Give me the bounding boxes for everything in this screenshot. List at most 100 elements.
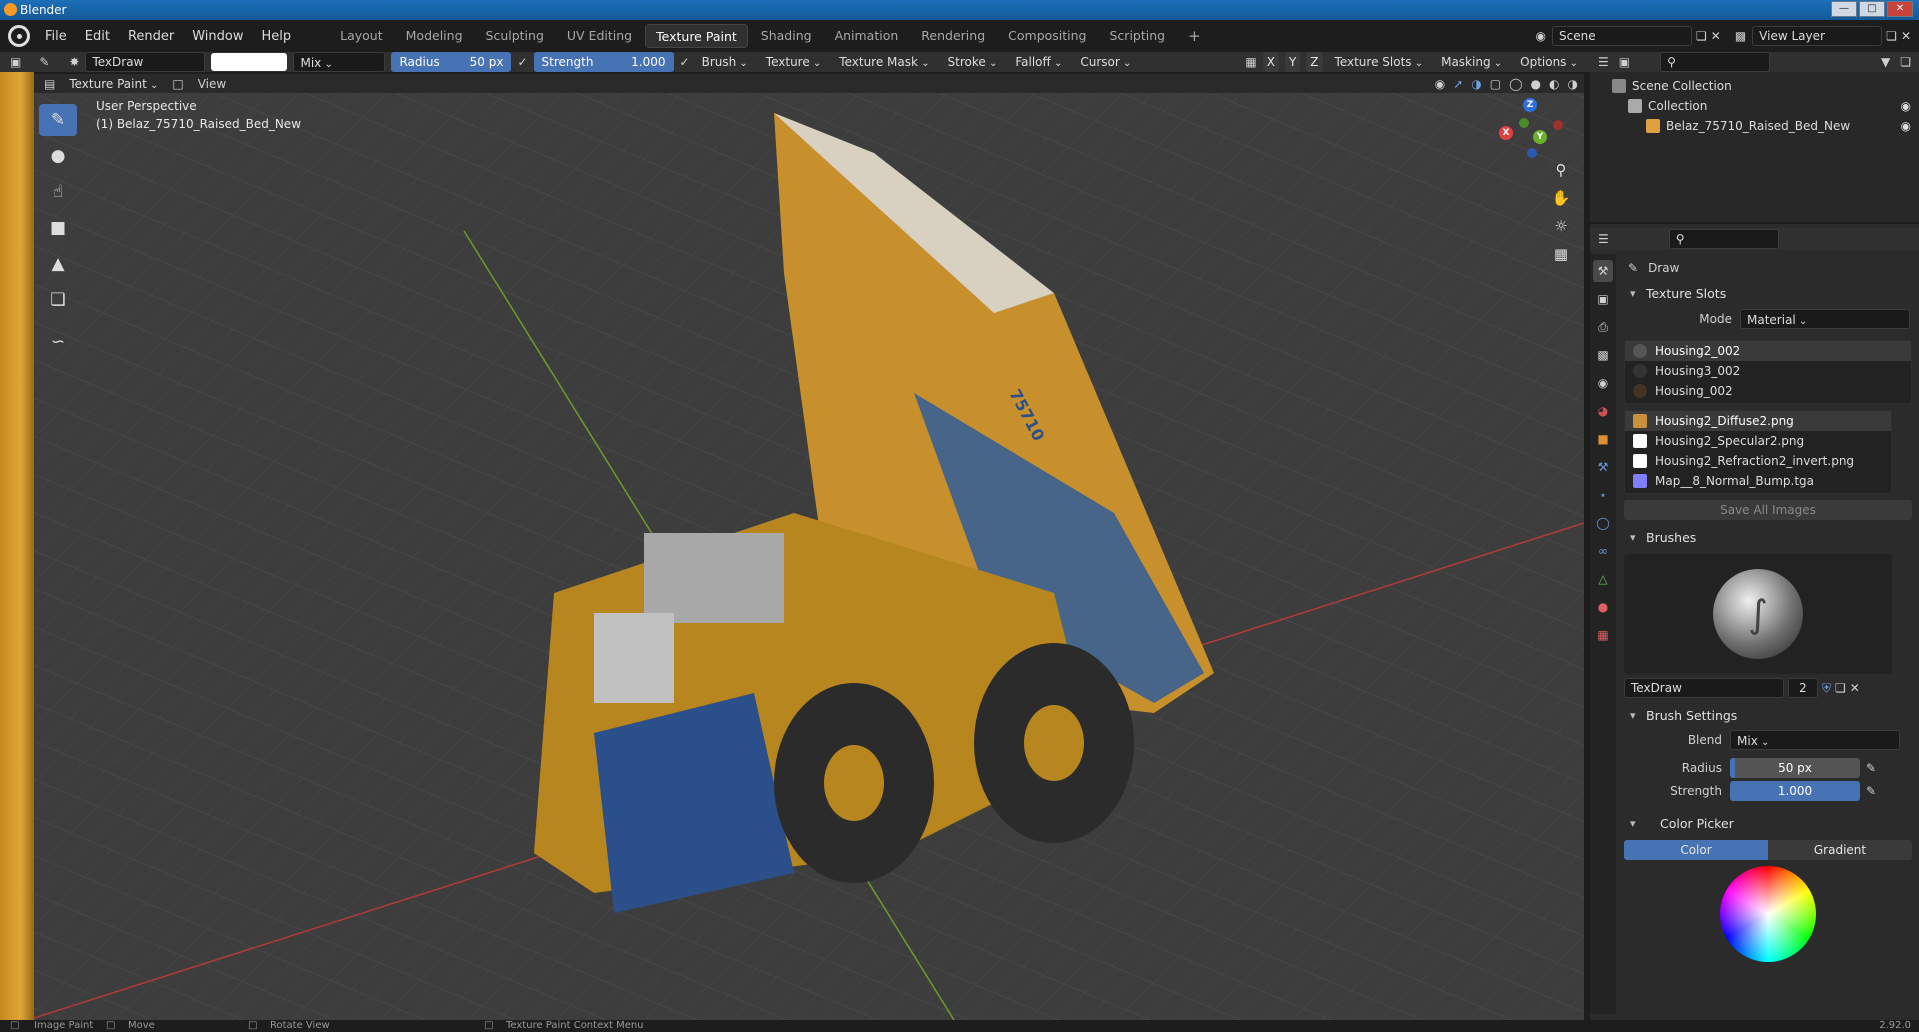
menu-falloff[interactable]: Falloff — [1009, 52, 1068, 72]
mask-tool-icon[interactable]: ❏ — [39, 284, 77, 316]
delete-view-layer-icon[interactable]: ✕ — [1901, 29, 1911, 43]
strength-slider[interactable]: Strength 1.000 — [533, 52, 674, 72]
menu-texture-slots[interactable]: Texture Slots — [1329, 52, 1430, 72]
radius-setting-slider[interactable]: 50 px — [1730, 758, 1860, 778]
soften-tool-icon[interactable]: ● — [39, 140, 77, 172]
tab-world-icon[interactable]: ◕ — [1593, 400, 1613, 422]
annotate-tool-icon[interactable]: ∽ — [39, 326, 77, 358]
unlink-brush-icon[interactable]: ✕ — [1850, 681, 1860, 695]
menu-texture-mask[interactable]: Texture Mask — [833, 52, 935, 72]
editor-type-icon[interactable]: ▣ — [10, 55, 21, 69]
radius-slider[interactable]: Radius 50 px — [391, 52, 512, 72]
delete-scene-icon[interactable]: ✕ — [1711, 29, 1721, 43]
tab-sculpting[interactable]: Sculpting — [476, 24, 554, 48]
radius-pressure-icon[interactable]: ✓ — [517, 55, 527, 69]
texture-slots-header[interactable]: Texture Slots — [1620, 282, 1916, 306]
close-button[interactable]: ✕ — [1887, 1, 1913, 17]
tab-modifier-icon[interactable]: ⚒ — [1593, 456, 1613, 478]
menu-cursor[interactable]: Cursor — [1074, 52, 1137, 72]
gradient-tab-button[interactable]: Gradient — [1768, 840, 1912, 860]
clone-tool-icon[interactable]: ■ — [39, 212, 77, 244]
collection-visibility-icon[interactable]: ◉ — [1901, 96, 1911, 116]
brush-blend-dropdown[interactable]: Mix — [1730, 730, 1900, 750]
axis-y-gizmo[interactable]: Y — [1533, 130, 1547, 144]
axis-neg-x-gizmo[interactable] — [1553, 120, 1563, 130]
save-all-images-button[interactable]: Save All Images — [1624, 500, 1912, 520]
blender-menu-icon[interactable] — [8, 25, 30, 47]
color-wheel[interactable] — [1720, 866, 1816, 962]
fill-tool-icon[interactable]: ▲ — [39, 248, 77, 280]
tool-icon[interactable]: ✎ — [39, 55, 49, 69]
tab-shading[interactable]: Shading — [751, 24, 822, 48]
tab-texture-icon[interactable]: ▦ — [1593, 624, 1613, 646]
brush-name-field[interactable]: TexDraw — [85, 52, 206, 72]
shading-solid-icon[interactable]: ● — [1531, 77, 1541, 91]
outliner-editor-type-icon[interactable]: ☰ — [1598, 55, 1609, 69]
new-scene-icon[interactable]: ❏ — [1696, 29, 1707, 43]
strength-setting-slider[interactable]: 1.000 — [1730, 781, 1860, 801]
brushes-header[interactable]: Brushes — [1620, 526, 1916, 550]
axis-y-toggle[interactable]: Y — [1284, 52, 1301, 72]
scene-icon[interactable]: ◉ — [1536, 29, 1546, 43]
scene-name-field[interactable]: Scene — [1552, 26, 1692, 46]
ortho-grid-icon[interactable]: ▦ — [1548, 241, 1574, 267]
tab-scene-icon[interactable]: ◉ — [1593, 372, 1613, 394]
menu-masking[interactable]: Masking — [1435, 52, 1508, 72]
axis-neg-y-gizmo[interactable] — [1519, 118, 1529, 128]
camera-icon[interactable]: ☼ — [1548, 213, 1574, 239]
smear-tool-icon[interactable]: ☝ — [39, 176, 77, 208]
visibility-icon[interactable]: ◉ — [1435, 77, 1445, 91]
maximize-button[interactable]: □ — [1859, 1, 1885, 17]
shading-material-icon[interactable]: ◐ — [1549, 77, 1559, 91]
menu-edit[interactable]: Edit — [76, 29, 119, 44]
tab-uv-editing[interactable]: UV Editing — [557, 24, 642, 48]
tab-render-icon[interactable]: ▣ — [1593, 288, 1613, 310]
strength-pressure-icon[interactable]: ✓ — [680, 55, 690, 69]
brush-name-input[interactable]: TexDraw — [1624, 678, 1784, 698]
draw-tool-icon[interactable]: ✎ — [39, 104, 77, 136]
axis-z-toggle[interactable]: Z — [1306, 52, 1323, 72]
tab-material-icon[interactable]: ● — [1593, 596, 1613, 618]
xray-icon[interactable]: ▢ — [1490, 77, 1501, 91]
view-layer-icon[interactable]: ▩ — [1735, 29, 1746, 43]
pan-hand-icon[interactable]: ✋ — [1548, 185, 1574, 211]
image-slot-item[interactable]: Housing2_Specular2.png — [1625, 431, 1891, 451]
tab-particles-icon[interactable]: ⋆ — [1593, 484, 1613, 506]
blend-dropdown[interactable]: Mix — [293, 52, 386, 72]
menu-view[interactable]: View — [198, 77, 226, 91]
menu-window[interactable]: Window — [183, 29, 252, 44]
3d-viewport[interactable]: 75710 User Perspective (1) Belaz_75710_R… — [34, 93, 1584, 1020]
tab-data-icon[interactable]: △ — [1593, 568, 1613, 590]
zoom-icon[interactable]: ⚲ — [1548, 157, 1574, 183]
tab-rendering[interactable]: Rendering — [911, 24, 995, 48]
symmetry-icon[interactable]: ▦ — [1245, 55, 1256, 69]
radius-setting-pressure-icon[interactable]: ✎ — [1866, 761, 1876, 775]
brush-preview[interactable]: ∫ — [1624, 554, 1892, 674]
tab-scripting[interactable]: Scripting — [1100, 24, 1176, 48]
view-layer-field[interactable]: View Layer — [1752, 26, 1883, 46]
display-mode-icon[interactable]: ▣ — [1619, 55, 1630, 69]
brush-icon[interactable]: ✸ — [69, 55, 79, 69]
tab-output-icon[interactable]: ⎙ — [1593, 316, 1613, 338]
axis-x-toggle[interactable]: X — [1262, 52, 1279, 72]
material-slot-item[interactable]: Housing3_002 — [1625, 361, 1911, 381]
menu-render[interactable]: Render — [119, 29, 183, 44]
shading-rendered-icon[interactable]: ◑ — [1568, 77, 1578, 91]
gizmo-icon[interactable]: ➚ — [1453, 77, 1463, 91]
mask-toggle-icon[interactable]: □ — [172, 77, 183, 91]
texture-mode-dropdown[interactable]: Material — [1740, 309, 1910, 329]
add-workspace-icon[interactable]: + — [1178, 24, 1211, 48]
tab-layout[interactable]: Layout — [330, 24, 393, 48]
shading-wireframe-icon[interactable]: ◯ — [1509, 77, 1522, 91]
tab-tool-icon[interactable]: ⚒ — [1593, 260, 1613, 282]
fake-user-icon[interactable]: ⛨ — [1822, 681, 1831, 696]
new-view-layer-icon[interactable]: ❏ — [1886, 29, 1897, 43]
menu-stroke[interactable]: Stroke — [942, 52, 1004, 72]
tab-constraints-icon[interactable]: ∞ — [1593, 540, 1613, 562]
tab-compositing[interactable]: Compositing — [998, 24, 1096, 48]
duplicate-brush-icon[interactable]: ❏ — [1835, 681, 1846, 695]
strength-setting-pressure-icon[interactable]: ✎ — [1866, 784, 1876, 798]
axis-neg-z-gizmo[interactable] — [1527, 148, 1537, 158]
object-visibility-icon[interactable]: ◉ — [1901, 116, 1911, 136]
image-slot-item[interactable]: Map__8_Normal_Bump.tga — [1625, 471, 1891, 491]
